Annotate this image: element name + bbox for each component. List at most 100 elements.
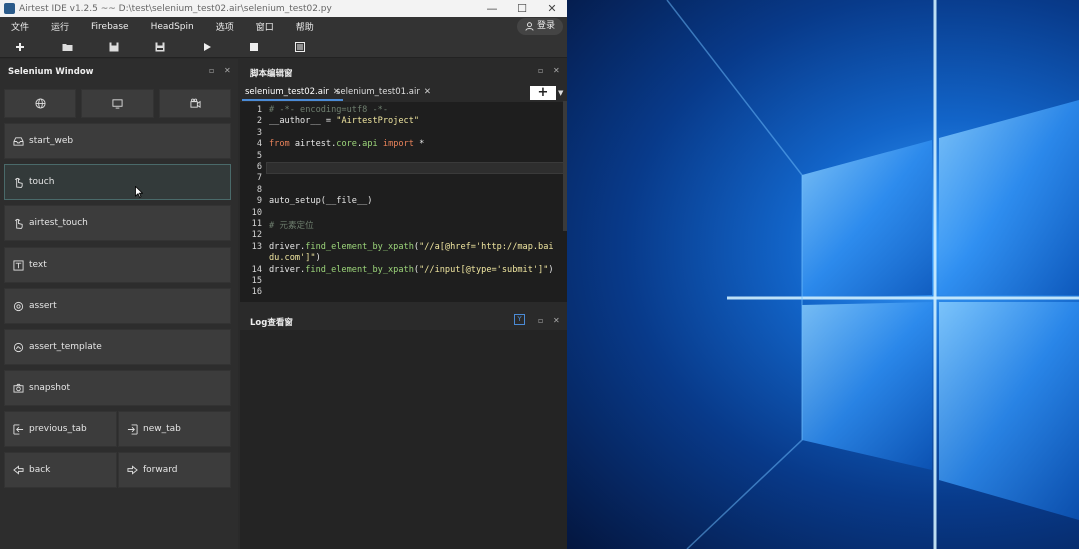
code-line: # -*- encoding=utf8 -*-	[269, 105, 388, 115]
close-tab-icon[interactable]: ✕	[424, 87, 431, 97]
tab-list-dropdown-icon[interactable]: ▼	[558, 89, 563, 97]
connect-window-button[interactable]	[81, 89, 154, 118]
tab-label: selenium_test02.air	[245, 87, 329, 97]
back-label: back	[29, 465, 51, 475]
minimize-button[interactable]: —	[477, 2, 507, 15]
airtest-ide-window: Airtest IDE v1.2.5 ~~ D:\test\selenium_t…	[0, 0, 567, 549]
code-line: du.com']")	[269, 253, 321, 263]
tray-icon	[11, 136, 25, 147]
code-token: import	[382, 139, 414, 150]
airtest-touch-label: airtest_touch	[29, 218, 88, 228]
code-token: *	[413, 139, 425, 150]
script-editor-panel: 脚本编辑窗 ▫ ✕ selenium_test02.air ✕ selenium_…	[240, 59, 567, 311]
code-line: auto_setup(__file__)	[269, 196, 372, 206]
code-token: airtest.	[289, 139, 337, 150]
line-number: 1	[256, 105, 262, 115]
close-editor-icon[interactable]: ✕	[553, 66, 560, 75]
browser-button[interactable]	[4, 89, 76, 118]
log-panel-title: Log查看窗	[250, 318, 293, 328]
float-editor-icon[interactable]: ▫	[538, 66, 543, 75]
stop-button[interactable]	[247, 40, 261, 54]
code-line: # 元素定位	[269, 219, 314, 231]
forward-button[interactable]: forward	[118, 452, 231, 488]
previous-tab-button[interactable]: previous_tab	[4, 411, 117, 447]
add-tab-button[interactable]: +	[530, 86, 556, 100]
open-button[interactable]	[60, 40, 74, 54]
tab-selenium-test01[interactable]: selenium_test01.air ✕	[333, 83, 434, 101]
previous-tab-label: previous_tab	[29, 424, 87, 434]
maximize-button[interactable]: ☐	[507, 2, 537, 15]
line-number: 8	[256, 184, 262, 195]
run-button[interactable]	[200, 40, 214, 54]
menu-firebase[interactable]: Firebase	[80, 22, 140, 32]
line-number: 4	[256, 139, 262, 150]
line-number: 7	[256, 173, 262, 184]
tab-new-icon	[125, 423, 139, 435]
menu-file[interactable]: 文件	[0, 20, 40, 33]
plus-icon	[16, 43, 24, 51]
line-number: 13	[251, 241, 262, 252]
assert-label: assert	[29, 301, 57, 311]
code-token: find_element_by_xpath	[305, 241, 414, 252]
float-log-icon[interactable]: ▫	[538, 316, 543, 325]
arrow-left-icon	[11, 465, 25, 475]
airtest-touch-button[interactable]: airtest_touch	[4, 205, 231, 241]
snapshot-label: snapshot	[29, 383, 71, 393]
save-button[interactable]	[107, 40, 121, 54]
log-header: Log查看窗 Y ▫ ✕	[240, 311, 567, 330]
save-all-button[interactable]	[153, 40, 167, 54]
code-token: driver.	[269, 264, 306, 275]
assert-button[interactable]: assert	[4, 288, 231, 324]
code-token: du.com']"	[269, 253, 316, 264]
menu-window[interactable]: 窗口	[245, 20, 285, 33]
code-token: "//input[@type='submit']"	[419, 264, 549, 275]
touch-button[interactable]: touch	[4, 164, 231, 200]
code-token: __author__ =	[269, 116, 337, 127]
record-button[interactable]	[159, 89, 231, 118]
filter-icon[interactable]: Y	[514, 314, 525, 325]
code-token: )	[315, 253, 321, 264]
new-tab-button[interactable]: new_tab	[118, 411, 231, 447]
menu-headspin[interactable]: HeadSpin	[140, 22, 205, 32]
line-number: 15	[251, 276, 262, 286]
tab-selenium-test02[interactable]: selenium_test02.air ✕	[242, 83, 343, 101]
close-button[interactable]: ✕	[537, 2, 567, 15]
camera-icon	[11, 383, 25, 393]
assert-template-label: assert_template	[29, 342, 102, 352]
code-token: "//a[@href='http://map.bai	[419, 241, 554, 252]
assert-template-button[interactable]: assert_template	[4, 329, 231, 365]
close-log-icon[interactable]: ✕	[553, 316, 560, 325]
login-label: 登录	[536, 21, 555, 31]
log-button[interactable]	[293, 40, 307, 54]
line-number: 10	[251, 207, 262, 218]
close-panel-icon[interactable]: ✕	[224, 66, 231, 75]
code-line: driver.find_element_by_xpath("//input[@t…	[269, 265, 554, 275]
code-line: driver.find_element_by_xpath("//a[@href=…	[269, 242, 554, 252]
stop-icon	[250, 43, 258, 51]
desktop-wallpaper	[567, 0, 1079, 549]
line-number: 3	[256, 127, 262, 138]
text-button[interactable]: text	[4, 247, 231, 283]
login-button[interactable]: 登录	[516, 18, 563, 35]
new-file-button[interactable]	[13, 40, 27, 54]
editor-panel-title: 脚本编辑窗	[250, 69, 293, 79]
code-token: api	[362, 139, 378, 150]
current-line-highlight	[266, 162, 564, 174]
start-web-button[interactable]: start_web	[4, 123, 231, 159]
arrow-right-icon	[125, 465, 139, 475]
snapshot-button[interactable]: snapshot	[4, 370, 231, 406]
tab-label: selenium_test01.air	[336, 87, 420, 97]
line-number: 5	[256, 150, 262, 161]
line-number: 14	[251, 264, 262, 275]
code-token: )	[548, 264, 554, 275]
back-button[interactable]: back	[4, 452, 117, 488]
menu-run[interactable]: 运行	[40, 20, 80, 33]
menu-options[interactable]: 选项	[205, 20, 245, 33]
float-panel-icon[interactable]: ▫	[209, 66, 214, 75]
line-number: 16	[251, 287, 262, 298]
menu-help[interactable]: 帮助	[285, 20, 325, 33]
text-label: text	[29, 260, 47, 270]
menu-bar: 文件 运行 Firebase HeadSpin 选项 窗口 帮助 登录	[0, 17, 567, 36]
code-area[interactable]: 1 # -*- encoding=utf8 -*- 2 __author__ = "A…	[240, 102, 567, 302]
code-token: # 元素定位	[269, 221, 314, 231]
